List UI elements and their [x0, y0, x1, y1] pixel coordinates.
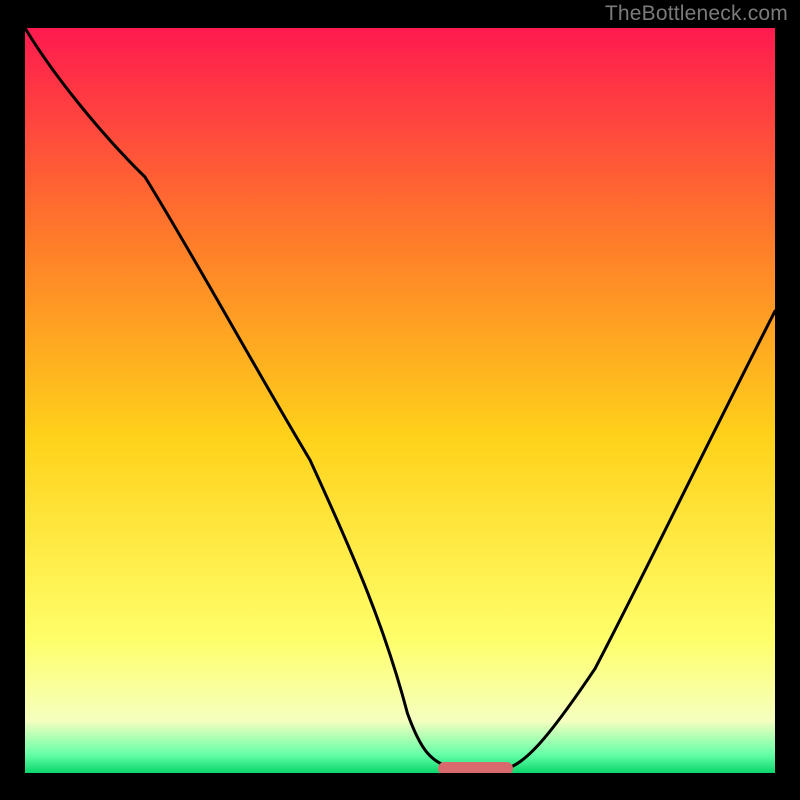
curve-path-right [505, 311, 775, 769]
chart-frame: TheBottleneck.com [0, 0, 800, 800]
attribution-text: TheBottleneck.com [605, 2, 788, 26]
plot-area [25, 28, 775, 773]
bottleneck-curve [25, 28, 775, 773]
optimal-range-marker [438, 762, 513, 773]
curve-path-left [25, 28, 456, 769]
